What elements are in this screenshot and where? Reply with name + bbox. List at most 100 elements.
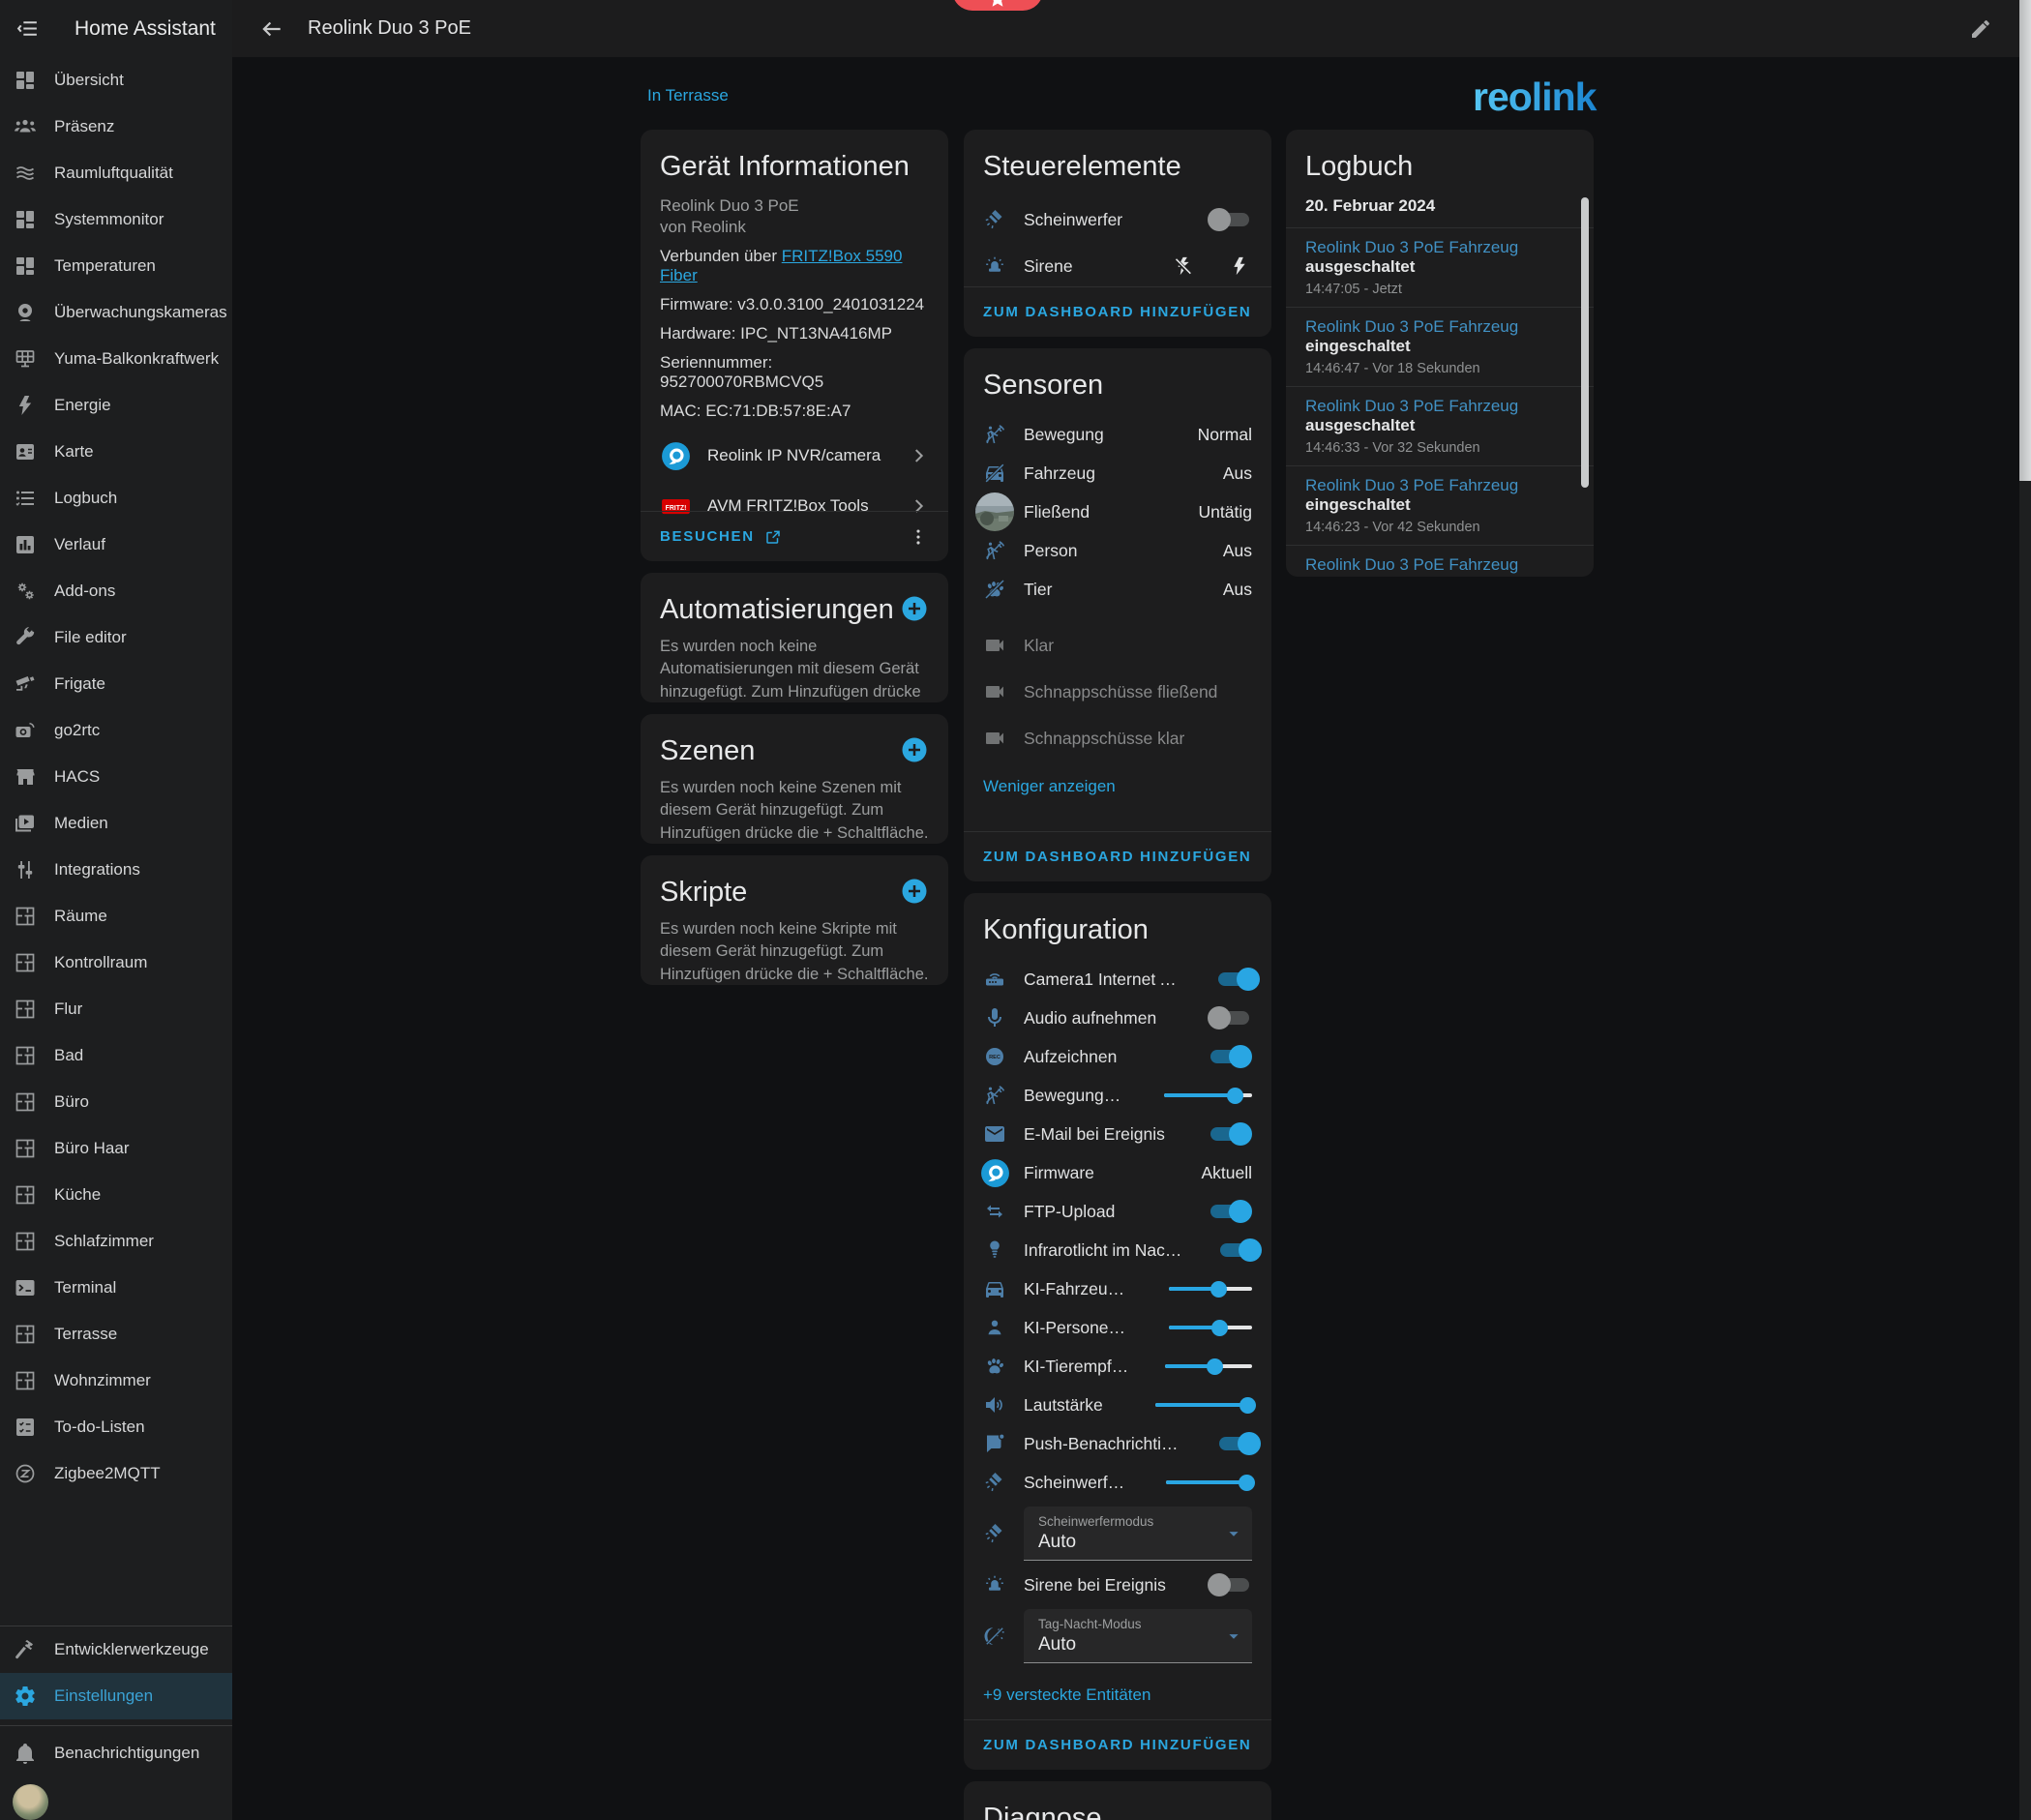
toggle-switch[interactable] bbox=[1208, 1044, 1252, 1069]
sidebar-item[interactable]: Flur bbox=[0, 986, 232, 1032]
integration-row[interactable]: Reolink IP NVR/camera bbox=[660, 431, 929, 481]
area-breadcrumb-link[interactable]: In Terrasse bbox=[647, 86, 729, 105]
select-field[interactable]: Scheinwerfermodus Auto bbox=[1024, 1507, 1252, 1561]
sidebar-item[interactable]: Entwicklerwerkzeuge bbox=[0, 1626, 232, 1673]
video-camera-icon bbox=[983, 634, 1006, 657]
add-to-dashboard-button[interactable]: ZUM DASHBOARD HINZUFÜGEN bbox=[983, 304, 1251, 320]
sidebar-item[interactable]: Küche bbox=[0, 1172, 232, 1218]
account-card-icon bbox=[14, 440, 37, 463]
add-script-button[interactable] bbox=[900, 877, 929, 906]
config-row: KI-Personen-E… bbox=[983, 1308, 1252, 1347]
value-slider[interactable] bbox=[1169, 1315, 1252, 1340]
sidebar-item[interactable]: Raumluftqualität bbox=[0, 150, 232, 196]
add-to-dashboard-button[interactable]: ZUM DASHBOARD HINZUFÜGEN bbox=[983, 1737, 1251, 1753]
paw-off-icon bbox=[983, 578, 1006, 601]
device-mac: MAC: EC:71:DB:57:8E:A7 bbox=[660, 402, 929, 421]
sidebar-item[interactable]: Frigate bbox=[0, 661, 232, 707]
sidebar-item[interactable]: Add-ons bbox=[0, 568, 232, 614]
configuration-title: Konfiguration bbox=[983, 914, 1252, 946]
sidebar-item[interactable]: To-do-Listen bbox=[0, 1404, 232, 1450]
sidebar-item[interactable]: Temperaturen bbox=[0, 243, 232, 289]
sidebar-item[interactable]: HACS bbox=[0, 754, 232, 800]
toggle-switch[interactable] bbox=[1208, 1121, 1252, 1147]
value-slider[interactable] bbox=[1169, 1276, 1252, 1301]
top-app-bar: Reolink Duo 3 PoE bbox=[232, 0, 2031, 57]
back-arrow-icon[interactable] bbox=[259, 16, 284, 42]
sensor-row[interactable]: Person Aus bbox=[983, 531, 1252, 570]
add-scene-button[interactable] bbox=[900, 735, 929, 764]
sidebar-item[interactable]: Zigbee2MQTT bbox=[0, 1450, 232, 1497]
sensor-row-disabled: Schnappschüsse fließend bbox=[983, 669, 1252, 715]
console-icon bbox=[14, 1276, 37, 1299]
sidebar-item[interactable]: Systemmonitor bbox=[0, 196, 232, 243]
add-to-dashboard-button[interactable]: ZUM DASHBOARD HINZUFÜGEN bbox=[983, 849, 1251, 865]
logbook-entity-link[interactable]: Reolink Duo 3 PoE Fahrzeug bbox=[1305, 317, 1518, 336]
sidebar-item[interactable]: Logbuch bbox=[0, 475, 232, 522]
sidebar-item[interactable]: Wohnzimmer bbox=[0, 1358, 232, 1404]
show-less-link[interactable]: Weniger anzeigen bbox=[983, 777, 1252, 796]
sidebar-item[interactable]: Integrations bbox=[0, 847, 232, 893]
favorite-button[interactable] bbox=[952, 0, 1043, 11]
toggle-switch[interactable] bbox=[1216, 1431, 1252, 1456]
sidebar-item[interactable]: Einstellungen bbox=[0, 1673, 232, 1719]
sidebar-item[interactable]: Energie bbox=[0, 382, 232, 429]
config-row: KI-Tierempfin… bbox=[983, 1347, 1252, 1386]
floorplan-icon bbox=[14, 1369, 37, 1392]
logbook-entity-link[interactable]: Reolink Duo 3 PoE Fahrzeug bbox=[1305, 397, 1518, 415]
toggle-switch[interactable] bbox=[1208, 207, 1252, 232]
toggle-switch[interactable] bbox=[1208, 1572, 1252, 1597]
sidebar-item-notifications[interactable]: Benachrichtigungen bbox=[0, 1730, 232, 1776]
value-slider[interactable] bbox=[1166, 1470, 1252, 1495]
reolink-logo-icon bbox=[979, 1157, 1011, 1189]
sidebar-item[interactable]: Medien bbox=[0, 800, 232, 847]
sidebar-toggle-icon[interactable] bbox=[15, 16, 40, 41]
toggle-switch[interactable] bbox=[1215, 967, 1252, 992]
select-field[interactable]: Tag-Nacht-Modus Auto bbox=[1024, 1609, 1252, 1663]
sidebar-item[interactable]: Verlauf bbox=[0, 522, 232, 568]
toggle-switch[interactable] bbox=[1217, 1238, 1252, 1263]
logbook-entity-link[interactable]: Reolink Duo 3 PoE Fahrzeug bbox=[1305, 555, 1518, 574]
sidebar-item[interactable]: File editor bbox=[0, 614, 232, 661]
sidebar-item[interactable]: Präsenz bbox=[0, 104, 232, 150]
sidebar-item[interactable]: Kontrollraum bbox=[0, 940, 232, 986]
sidebar-item[interactable]: Bad bbox=[0, 1032, 232, 1079]
sensor-row[interactable]: Fließend Untätig bbox=[983, 492, 1252, 531]
hidden-entities-link[interactable]: +9 versteckte Entitäten bbox=[983, 1686, 1252, 1705]
pencil-icon[interactable] bbox=[1969, 17, 1992, 41]
flash-off-icon[interactable] bbox=[1173, 255, 1194, 277]
sidebar-item[interactable]: Schlafzimmer bbox=[0, 1218, 232, 1265]
more-options-icon[interactable] bbox=[908, 526, 929, 548]
sidebar-item[interactable]: Räume bbox=[0, 893, 232, 940]
value-slider[interactable] bbox=[1165, 1354, 1252, 1379]
sidebar-item[interactable]: go2rtc bbox=[0, 707, 232, 754]
user-avatar[interactable] bbox=[13, 1784, 48, 1820]
config-row: Push-Benachrichtigungen bbox=[983, 1424, 1252, 1463]
logbook-entity-link[interactable]: Reolink Duo 3 PoE Fahrzeug bbox=[1305, 476, 1518, 494]
toggle-switch[interactable] bbox=[1208, 1199, 1252, 1224]
sensor-row[interactable]: Tier Aus bbox=[983, 570, 1252, 609]
toggle-switch[interactable] bbox=[1208, 1005, 1252, 1030]
visit-button[interactable]: BESUCHEN bbox=[660, 528, 782, 546]
flash-icon[interactable] bbox=[1229, 255, 1250, 277]
sidebar-item[interactable]: Überwachungskameras bbox=[0, 289, 232, 336]
logbook-entry: Reolink Duo 3 PoE Fahrzeug ausgeschaltet… bbox=[1305, 546, 1574, 577]
sensor-row[interactable]: Bewegung Normal bbox=[983, 415, 1252, 454]
sensor-row[interactable]: Fahrzeug Aus bbox=[983, 454, 1252, 492]
logbook-entity-link[interactable]: Reolink Duo 3 PoE Fahrzeug bbox=[1305, 238, 1518, 256]
value-slider[interactable] bbox=[1155, 1392, 1252, 1417]
sidebar-item[interactable]: Terrasse bbox=[0, 1311, 232, 1358]
logbook-scrollbar-thumb[interactable] bbox=[1581, 197, 1589, 488]
logbook-entry-wrap: Reolink Duo 3 PoE Fahrzeug eingeschaltet… bbox=[1305, 308, 1574, 387]
page-scrollbar-thumb[interactable] bbox=[2019, 0, 2031, 481]
sidebar-item[interactable]: Büro bbox=[0, 1079, 232, 1125]
logbook-timestamp: 14:46:23 - Vor 42 Sekunden bbox=[1305, 520, 1574, 535]
sidebar-item[interactable]: Yuma-Balkonkraftwerk bbox=[0, 336, 232, 382]
scripts-empty-text: Es wurden noch keine Skripte mit diesem … bbox=[660, 918, 929, 985]
logbook-entry: Reolink Duo 3 PoE Fahrzeug eingeschaltet… bbox=[1305, 308, 1574, 386]
sidebar-item[interactable]: Karte bbox=[0, 429, 232, 475]
sidebar-item[interactable]: Terminal bbox=[0, 1265, 232, 1311]
value-slider[interactable] bbox=[1164, 1083, 1252, 1108]
sidebar-item[interactable]: Büro Haar bbox=[0, 1125, 232, 1172]
add-automation-button[interactable] bbox=[900, 594, 929, 623]
sidebar-item[interactable]: Übersicht bbox=[0, 57, 232, 104]
